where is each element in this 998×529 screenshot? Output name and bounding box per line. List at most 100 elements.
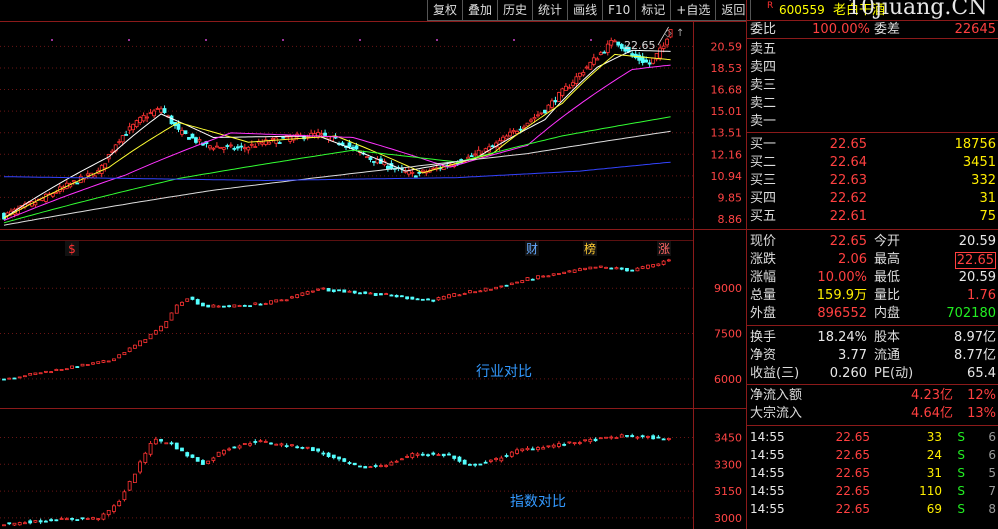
history-button[interactable]: 历史	[498, 0, 534, 21]
candle	[567, 441, 572, 444]
candle	[159, 439, 163, 442]
f10-button[interactable]: F10	[603, 0, 637, 21]
candle	[619, 44, 624, 49]
candle	[180, 447, 184, 452]
stat-row: 涨跌 2.06 最高 22.65	[747, 251, 998, 269]
add-watchlist-button[interactable]: +自选	[671, 0, 717, 21]
fundamental-label: PE(动)	[874, 366, 914, 381]
site-watermark: 10jiuang.CN	[847, 0, 988, 20]
candle	[159, 325, 163, 332]
candle	[138, 117, 143, 123]
axis-tick-label: 9000	[714, 282, 742, 295]
candle	[194, 137, 198, 143]
candle	[476, 149, 481, 157]
candle	[436, 454, 441, 456]
marker-dot	[359, 39, 361, 41]
marker-dot	[282, 39, 284, 41]
candle	[117, 354, 122, 359]
draw-line-button[interactable]: 画线	[568, 0, 604, 21]
candle	[525, 122, 530, 127]
candle	[253, 302, 258, 305]
candle	[384, 293, 389, 295]
diamond-icon: ◇	[664, 28, 672, 39]
candle	[331, 289, 336, 292]
marker-dot	[513, 39, 515, 41]
kline-chart-area[interactable]: 20.59 18.53 16.68 15.01 13.51 12.16 10.94 9.85 8…	[0, 0, 746, 529]
candle	[122, 491, 127, 501]
stat-label: 涨幅	[750, 270, 777, 285]
event-marker[interactable]: $	[68, 242, 76, 256]
stat-value: 159.9万	[816, 288, 867, 303]
candle	[577, 72, 582, 77]
event-marker[interactable]: 财	[526, 242, 538, 256]
candle	[50, 193, 55, 197]
axis-tick-label: 3150	[714, 485, 742, 498]
fundamental-label: 流通	[874, 348, 901, 363]
moving-average-line	[3, 53, 671, 219]
marker-dot	[51, 39, 53, 41]
tick-time: 14:55	[750, 484, 785, 498]
candle	[155, 108, 160, 110]
event-markers[interactable]: $ 财 榜 涨	[0, 240, 693, 257]
candle	[148, 443, 153, 455]
chart-grid	[0, 21, 746, 529]
candle	[536, 275, 540, 280]
overlay-button[interactable]: 叠加	[463, 0, 499, 21]
sell-label: 卖四	[750, 60, 777, 75]
stat-row: 涨幅 10.00% 最低 20.59	[747, 269, 998, 287]
sell-row: 卖二	[747, 95, 998, 113]
candle	[235, 146, 240, 149]
candle	[499, 457, 504, 462]
candle	[211, 304, 216, 308]
candle	[23, 375, 27, 378]
candle	[532, 117, 537, 120]
candle	[2, 524, 6, 527]
kline-chart-svg[interactable]: 20.59 18.53 16.68 15.01 13.51 12.16 10.94 9.85 8…	[0, 0, 746, 529]
candle	[525, 277, 530, 282]
candle	[457, 294, 462, 297]
candle	[305, 446, 310, 449]
candle	[75, 519, 80, 521]
candle	[666, 437, 671, 441]
axis-tick-label: 3300	[714, 458, 742, 471]
index-compare-chart[interactable]	[2, 433, 671, 527]
tick-row: 14:55 22.65 110 S 7	[747, 482, 998, 500]
candle	[148, 333, 153, 340]
industry-compare-chart[interactable]	[2, 258, 671, 381]
weicha-label: 委差	[874, 22, 901, 37]
fundamental-value: 8.77亿	[954, 348, 996, 363]
candle	[85, 518, 90, 520]
candle	[488, 288, 493, 291]
sell-row: 卖五	[747, 41, 998, 59]
stock-header[interactable]: R 600559 老白干酒 10jiuang.CN	[747, 0, 998, 21]
candle	[577, 442, 582, 444]
candle	[609, 436, 614, 439]
tick-price: 22.65	[835, 466, 870, 480]
mark-button[interactable]: 标记	[636, 0, 672, 21]
statistics-button[interactable]: 统计	[533, 0, 569, 21]
main-price-chart[interactable]	[2, 29, 673, 226]
fundamental-value: 3.77	[838, 348, 867, 363]
candle	[570, 82, 575, 86]
candle	[351, 146, 355, 149]
tick-row: 14:55 22.65 33 S 6	[747, 428, 998, 446]
candle	[169, 442, 174, 445]
event-marker[interactable]: 涨	[658, 241, 670, 256]
candle	[562, 271, 567, 274]
axis-tick-label: 10.94	[711, 170, 743, 183]
candle	[101, 360, 106, 363]
buy-volume: 3451	[962, 155, 996, 170]
candle	[661, 45, 666, 49]
webi-label: 委比	[750, 22, 777, 37]
tick-count: 6	[988, 430, 996, 444]
event-marker[interactable]: 榜	[584, 241, 596, 256]
candle	[539, 112, 544, 115]
candle	[197, 139, 202, 142]
chart-toolbar: 复权 叠加 历史 统计 画线 F10 标记 +自选 返回	[427, 0, 752, 21]
candle	[379, 465, 383, 467]
restore-rights-button[interactable]: 复权	[428, 0, 464, 21]
candle	[384, 465, 389, 467]
tick-list[interactable]: 14:55 22.65 33 S 6 14:55 22.65 24 S 6 14:55 22.65 31…	[747, 426, 998, 518]
candle	[468, 290, 472, 294]
candle	[260, 142, 265, 145]
